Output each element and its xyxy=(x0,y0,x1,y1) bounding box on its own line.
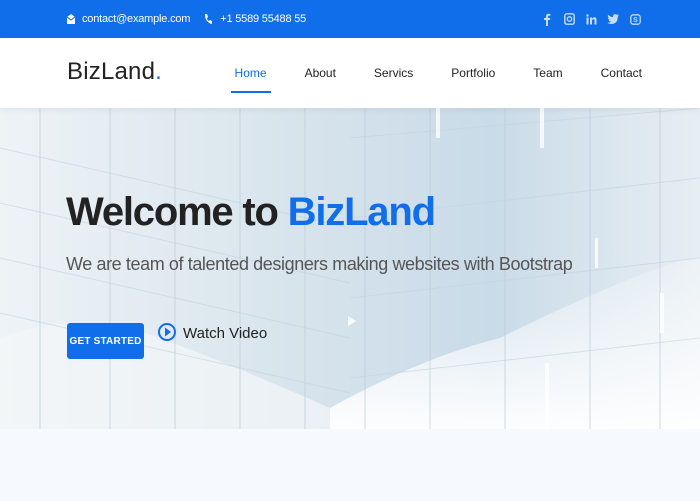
twitter-icon[interactable] xyxy=(606,12,620,26)
get-started-button[interactable]: GET STARTED xyxy=(67,323,144,359)
nav-item-services[interactable]: Servics xyxy=(374,38,413,108)
social-links: S xyxy=(532,0,642,38)
hero-title-prefix: Welcome to xyxy=(66,190,288,234)
nav-item-home[interactable]: Home xyxy=(230,38,271,108)
nav-item-contact[interactable]: Contact xyxy=(601,38,642,108)
logo-dot: . xyxy=(155,58,163,85)
instagram-icon[interactable] xyxy=(562,12,576,26)
envelope-icon xyxy=(66,13,76,25)
email-text[interactable]: contact@example.com xyxy=(82,13,190,25)
nav-item-team[interactable]: Team xyxy=(533,38,562,108)
phone-icon xyxy=(204,13,214,25)
hero-subtitle: We are team of talented designers making… xyxy=(66,254,573,274)
facebook-icon[interactable] xyxy=(540,12,554,26)
nav-item-portfolio[interactable]: Portfolio xyxy=(451,38,495,108)
top-bar: contact@example.com +1 5589 55488 55 S xyxy=(0,0,700,38)
featured-section-background xyxy=(0,429,700,501)
svg-text:S: S xyxy=(633,17,638,24)
hero-title-accent: BizLand xyxy=(287,190,436,234)
skype-icon[interactable]: S xyxy=(628,12,642,26)
contact-info: contact@example.com +1 5589 55488 55 xyxy=(66,0,320,38)
phone-contact[interactable]: +1 5589 55488 55 xyxy=(204,13,306,25)
main-nav: Home About Servics Portfolio Team Contac… xyxy=(197,38,642,108)
site-logo[interactable]: BizLand. xyxy=(67,58,162,86)
site-header: BizLand. Home About Servics Portfolio Te… xyxy=(0,38,700,108)
linkedin-icon[interactable] xyxy=(584,12,598,26)
logo-text[interactable]: BizLand xyxy=(67,58,155,85)
play-circle-icon[interactable] xyxy=(158,319,178,347)
watch-video-button[interactable]: Watch Video xyxy=(158,319,267,347)
hero-title: Welcome to BizLand xyxy=(66,190,436,235)
watch-video-label[interactable]: Watch Video xyxy=(183,325,267,342)
email-contact[interactable]: contact@example.com xyxy=(66,13,190,25)
nav-item-about[interactable]: About xyxy=(305,38,336,108)
hero-section: Welcome to BizLand We are team of talent… xyxy=(0,108,700,429)
phone-text[interactable]: +1 5589 55488 55 xyxy=(220,13,306,25)
